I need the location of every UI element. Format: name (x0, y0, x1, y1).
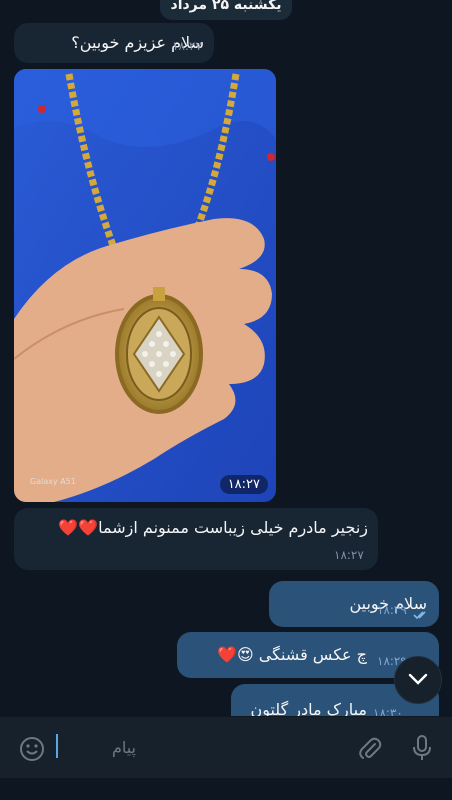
incoming-message[interactable]: زنجیر مادرم خیلی زیباست ممنونم ازشما❤️❤️… (14, 508, 378, 570)
incoming-message[interactable]: سلام عزیزم خوبین؟ ۱۸:۲۷ (14, 23, 214, 63)
scroll-down-button[interactable] (394, 656, 442, 704)
message-time: ۱۸:۲۷ (172, 39, 202, 53)
message-time: ۱۸:۳۰ (373, 706, 403, 716)
attach-icon[interactable] (356, 735, 384, 767)
necklace-photo (14, 69, 276, 502)
photo-time: ۱۸:۲۷ (219, 475, 268, 494)
photo-message[interactable]: Galaxy A51 ۱۸:۲۷ (14, 69, 276, 502)
chat-area[interactable]: یکشنبه ۲۵ مرداد سلام عزیزم خوبین؟ ۱۸:۲۷ (0, 0, 452, 716)
date-chip: یکشنبه ۲۵ مرداد (160, 0, 292, 20)
mic-icon[interactable] (408, 733, 436, 767)
message-time: ۱۸:۲۷ (334, 548, 364, 562)
message-text-body: زنجیر مادرم خیلی زیباست ممنونم ازشما (98, 518, 368, 537)
text-cursor (56, 734, 58, 758)
read-check-icon (413, 605, 429, 624)
system-nav-bar (0, 778, 452, 800)
outgoing-message[interactable]: سلام خوبین ۱۸:۲۹ (269, 581, 439, 627)
message-text: چ عکس قشنگی 😍❤️ (217, 645, 367, 664)
message-text-body: چ عکس قشنگی (258, 645, 367, 664)
message-composer: پیام (0, 716, 452, 778)
heart-emoji: ❤️❤️ (58, 518, 99, 537)
message-text: مبارک مادر گلتون (250, 700, 367, 716)
message-input[interactable]: پیام (56, 733, 346, 763)
message-text: زنجیر مادرم خیلی زیباست ممنونم ازشما❤️❤️ (58, 518, 368, 537)
chevron-down-icon (407, 671, 429, 690)
love-emoji: 😍❤️ (217, 645, 254, 664)
emoji-icon[interactable] (18, 735, 46, 767)
message-time: ۱۸:۲۹ (377, 603, 407, 617)
photo-watermark: Galaxy A51 (30, 477, 76, 486)
